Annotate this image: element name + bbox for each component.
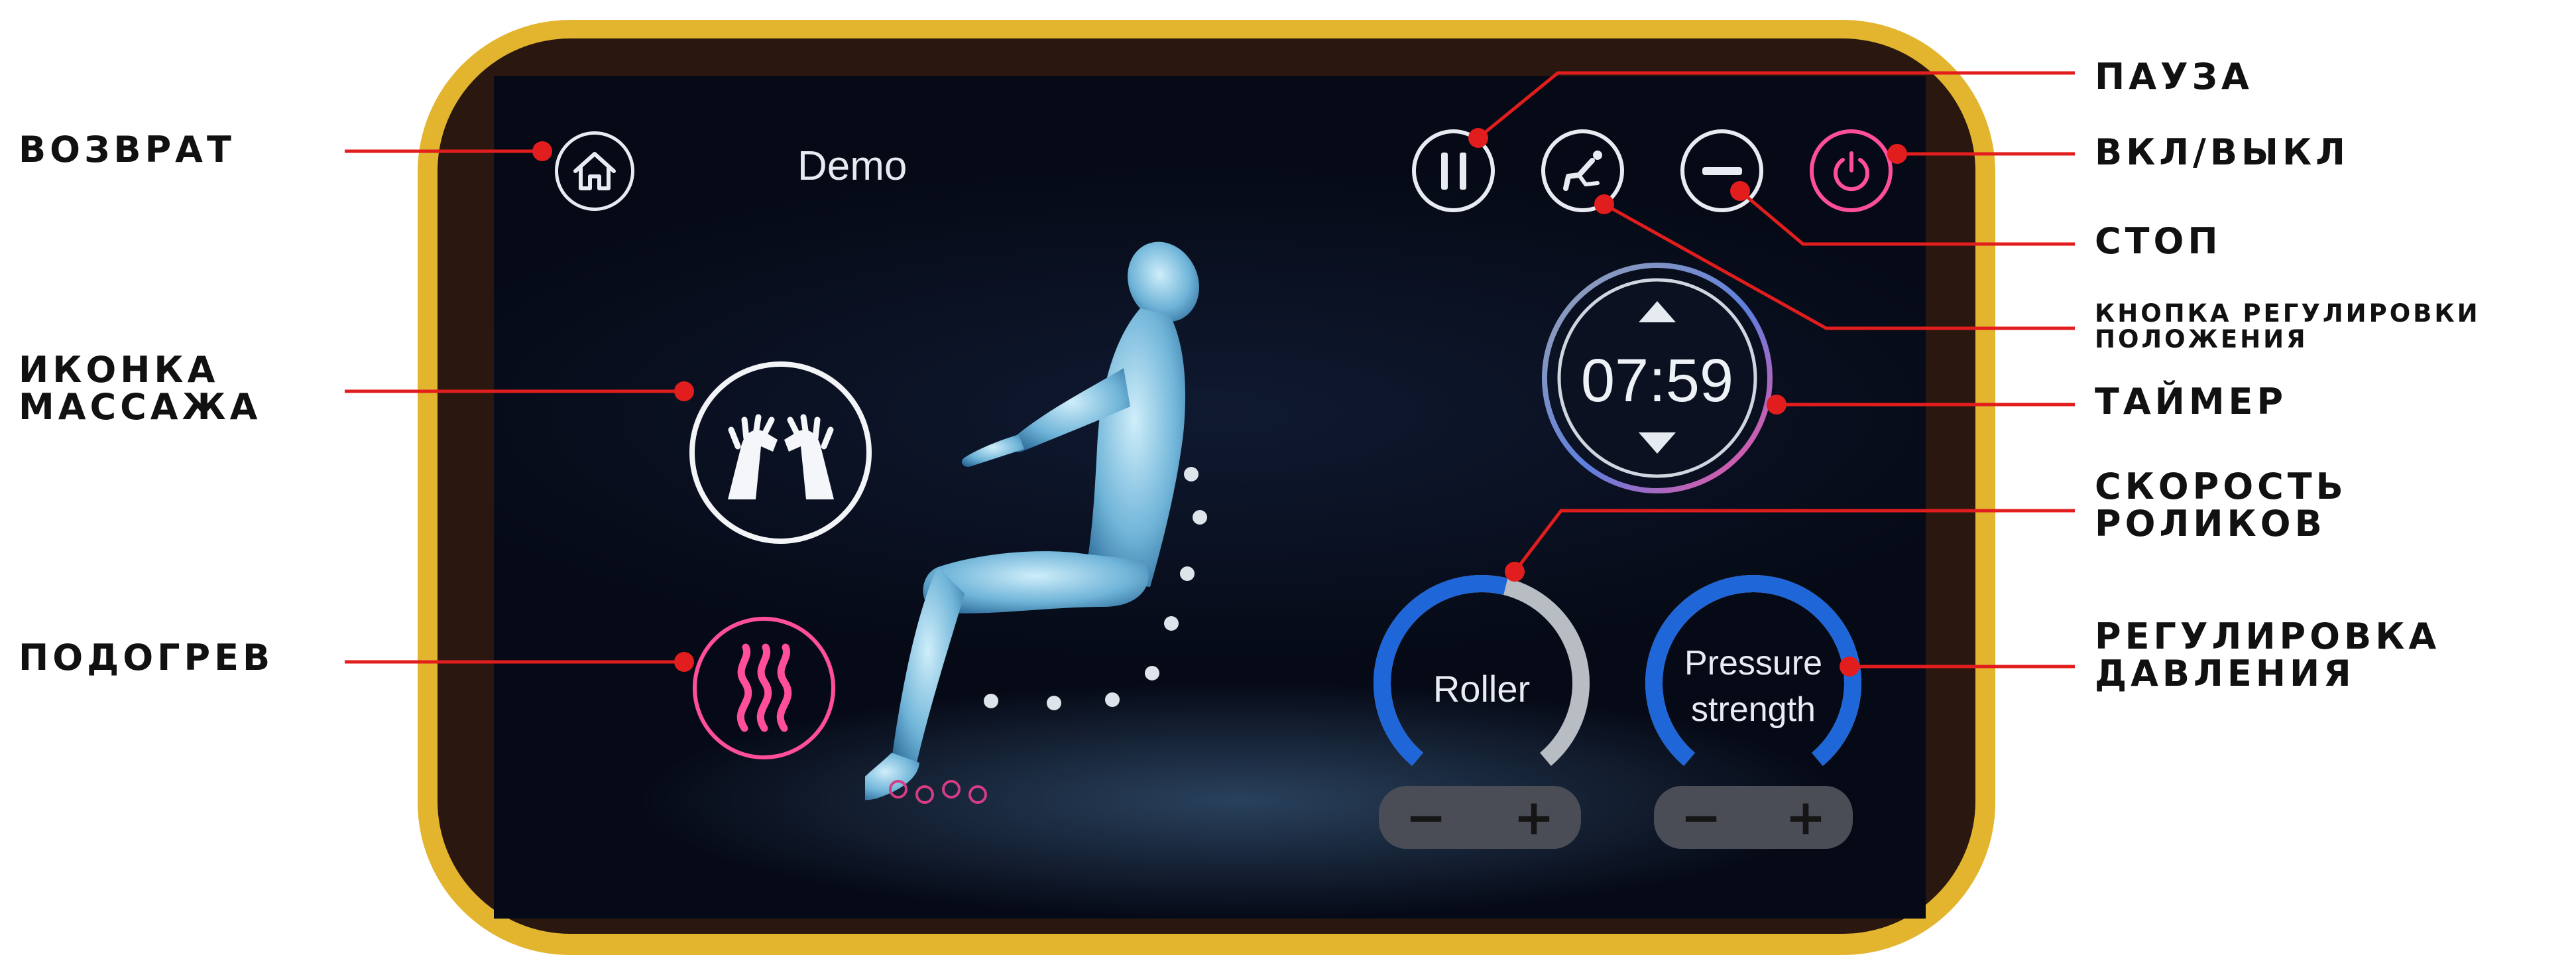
callout-timer: ТАЙМЕР [2095,381,2288,422]
callout-pause: ПАУЗА [2095,56,2253,97]
callout-pressure-adjust-line1: РЕГУЛИРОВКА [2095,615,2441,657]
callout-massage-icon-line2: МАССАЖА [19,386,262,428]
callout-roller-speed-line1: СКОРОСТЬ [2095,466,2347,507]
callout-pressure-adjust-line2: ДАВЛЕНИЯ [2095,653,2355,694]
callout-roller-speed-line2: РОЛИКОВ [2095,503,2326,545]
callout-return: ВОЗВРАТ [19,129,235,170]
callout-on-off: ВКЛ/ВЫКЛ [2095,131,2349,173]
callout-position-line1: КНОПКА РЕГУЛИРОВКИ [2095,299,2481,328]
callout-massage-icon-line1: ИКОНКА [19,349,219,391]
callout-stop: СТОП [2095,220,2222,262]
callout-heating: ПОДОГРЕВ [19,637,274,678]
callout-position-line2: ПОЛОЖЕНИЯ [2095,325,2308,353]
